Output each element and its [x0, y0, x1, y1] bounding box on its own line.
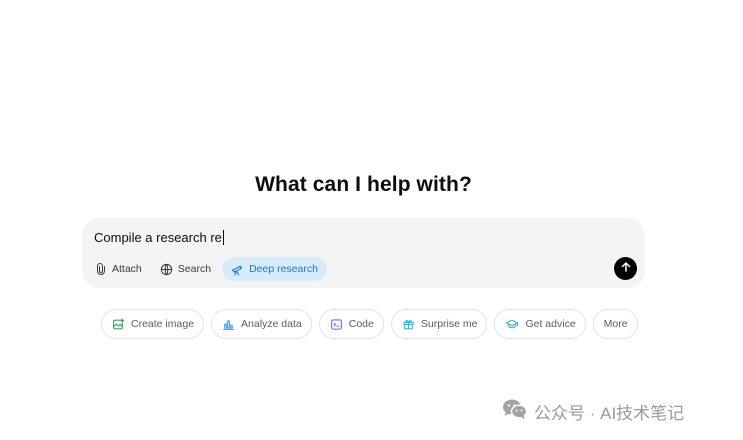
- get-advice-button[interactable]: Get advice: [494, 309, 586, 339]
- prompt-input[interactable]: Compile a research re: [94, 227, 224, 247]
- send-button[interactable]: [614, 257, 637, 280]
- text-caret: [222, 229, 224, 245]
- telescope-icon: [231, 263, 244, 276]
- paperclip-icon: [95, 263, 107, 275]
- create-image-button[interactable]: Create image: [101, 309, 205, 339]
- bar-chart-icon: [222, 318, 235, 331]
- wechat-icon: [502, 398, 528, 425]
- watermark: 公众号 · AI技术笔记: [502, 398, 684, 425]
- surprise-me-button[interactable]: Surprise me: [390, 309, 488, 339]
- search-button[interactable]: Search: [153, 257, 218, 281]
- prompt-input-value: Compile a research re: [94, 229, 222, 245]
- suggestion-chips: Create image Analyze data Code Surprise …: [101, 309, 638, 339]
- watermark-text: 公众号 · AI技术笔记: [534, 404, 685, 423]
- create-image-label: Create image: [131, 318, 195, 330]
- more-label: More: [603, 318, 628, 330]
- code-label: Code: [348, 318, 374, 330]
- analyze-data-label: Analyze data: [241, 318, 302, 330]
- image-icon: [112, 318, 125, 331]
- attach-label: Attach: [112, 263, 142, 275]
- search-label: Search: [177, 263, 212, 275]
- surprise-me-label: Surprise me: [420, 318, 478, 330]
- gift-icon: [402, 318, 415, 331]
- more-button[interactable]: More: [592, 309, 638, 339]
- attach-button[interactable]: Attach: [88, 257, 149, 281]
- page-title: What can I help with?: [255, 173, 472, 196]
- code-terminal-icon: [330, 318, 343, 331]
- composer-toolbar: Attach Search Deep research: [88, 257, 327, 281]
- deep-research-label: Deep research: [249, 263, 318, 275]
- arrow-up-icon: [620, 260, 632, 278]
- get-advice-label: Get advice: [525, 318, 576, 330]
- deep-research-button[interactable]: Deep research: [222, 257, 327, 281]
- analyze-data-button[interactable]: Analyze data: [211, 309, 312, 339]
- graduation-cap-icon: [505, 318, 519, 331]
- message-composer: Compile a research re Attach Search Deep…: [82, 218, 645, 288]
- globe-icon: [160, 263, 173, 276]
- code-button[interactable]: Code: [318, 309, 384, 339]
